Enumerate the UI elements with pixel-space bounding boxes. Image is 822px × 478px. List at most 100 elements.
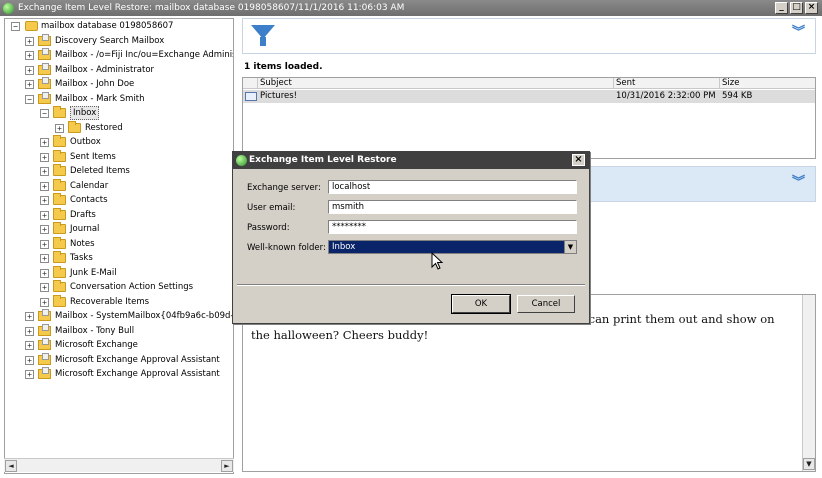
dialog-titlebar[interactable]: Exchange Item Level Restore ×	[233, 152, 589, 169]
folder-icon	[68, 121, 81, 133]
row-size: 594 KB	[722, 91, 753, 101]
tree-item-label: Drafts	[70, 210, 96, 220]
mailbox-icon	[38, 324, 51, 336]
cancel-button[interactable]: Cancel	[517, 295, 575, 313]
mailbox-icon	[38, 92, 51, 104]
tree-item-label: Contacts	[70, 195, 108, 205]
email-icon	[245, 92, 257, 101]
column-size[interactable]: Size	[719, 78, 815, 89]
tree-item-label: Tasks	[70, 253, 93, 263]
expand-details-chevron-icon[interactable]: ︾	[792, 176, 805, 189]
expand-icon[interactable]: +	[40, 167, 49, 176]
filter-funnel-stem	[260, 37, 266, 46]
folder-icon	[53, 135, 66, 147]
items-count-label: 1 items loaded.	[244, 62, 323, 72]
folder-icon	[53, 280, 66, 292]
folder-select-value: Inbox	[332, 242, 356, 252]
tree-item-label: Microsoft Exchange	[55, 340, 138, 350]
expand-icon[interactable]: +	[25, 370, 34, 379]
row-subject: Pictures!	[260, 91, 298, 101]
mailbox-icon	[38, 48, 51, 60]
dialog-title: Exchange Item Level Restore	[249, 155, 397, 165]
email-input[interactable]: msmith	[328, 200, 577, 214]
folder-tree[interactable]: − mailbox database 0198058607 + Discovery…	[4, 18, 234, 474]
tree-item-label: Mailbox - Administrator	[55, 65, 155, 75]
table-row[interactable]: Pictures! 10/31/2016 2:32:00 PM 594 KB	[243, 90, 815, 103]
dialog-close-button[interactable]: ×	[572, 154, 585, 166]
tree-item-label: Recoverable Items	[70, 297, 150, 307]
expand-icon[interactable]: +	[40, 138, 49, 147]
expand-icon[interactable]: +	[25, 312, 34, 321]
expand-icon[interactable]: +	[40, 225, 49, 234]
app-window: Exchange Item Level Restore: mailbox dat…	[0, 0, 822, 478]
server-label: Exchange server:	[247, 183, 321, 193]
message-list-header: Subject Sent Size	[243, 78, 815, 89]
collapse-icon[interactable]: −	[40, 109, 49, 118]
password-input[interactable]: ********	[328, 220, 577, 234]
column-subject[interactable]: Subject	[257, 78, 613, 89]
expand-icon[interactable]: +	[25, 37, 34, 46]
minimize-button[interactable]: _	[775, 2, 788, 14]
folder-icon	[53, 164, 66, 176]
expand-icon[interactable]: +	[25, 80, 34, 89]
tree-item-label: Restored	[85, 123, 123, 133]
tree-item-label: Deleted Items	[70, 166, 130, 176]
folder-icon	[53, 251, 66, 263]
message-list: Subject Sent Size Pictures! 10/31/2016 2…	[242, 77, 816, 159]
server-input[interactable]: localhost	[328, 180, 577, 194]
database-icon	[25, 21, 38, 31]
dropdown-arrow-icon[interactable]: ▼	[564, 241, 576, 253]
message-body-line-2: the halloween? Cheers buddy!	[251, 328, 429, 342]
expand-icon[interactable]: +	[40, 298, 49, 307]
expand-icon[interactable]: +	[40, 269, 49, 278]
expand-icon[interactable]: +	[25, 51, 34, 60]
dialog-app-icon	[236, 155, 247, 166]
expand-icon[interactable]: +	[40, 211, 49, 220]
window-titlebar[interactable]: Exchange Item Level Restore: mailbox dat…	[0, 0, 822, 16]
tree-item-label: Sent Items	[70, 152, 116, 162]
folder-label: Well-known folder:	[247, 243, 326, 253]
email-label: User email:	[247, 203, 296, 213]
folder-icon	[53, 222, 66, 234]
mailbox-icon	[38, 77, 51, 89]
body-vertical-scrollbar[interactable]: ▼	[802, 295, 815, 471]
expand-icon[interactable]: +	[40, 182, 49, 191]
folder-icon	[53, 208, 66, 220]
expand-icon[interactable]: +	[40, 283, 49, 292]
tree-item-label: Mailbox - Tony Bull	[55, 326, 135, 336]
expand-icon[interactable]: +	[25, 341, 34, 350]
row-sent: 10/31/2016 2:32:00 PM	[616, 91, 716, 101]
expand-icon[interactable]: +	[55, 124, 64, 133]
scroll-down-icon[interactable]: ▼	[803, 458, 815, 470]
scroll-left-icon[interactable]: ◄	[5, 460, 17, 472]
tree-item-label: Inbox	[70, 106, 100, 120]
folder-icon	[53, 179, 66, 191]
tree-horizontal-scrollbar[interactable]: ◄ ►	[4, 458, 234, 472]
mailbox-icon	[38, 63, 51, 75]
expand-icon[interactable]: +	[25, 356, 34, 365]
expand-filter-chevron-icon[interactable]: ︾	[792, 26, 805, 39]
expand-icon[interactable]: +	[25, 66, 34, 75]
collapse-icon[interactable]: −	[25, 95, 34, 104]
ok-button[interactable]: OK	[451, 294, 511, 314]
expand-icon[interactable]: +	[40, 153, 49, 162]
column-sent[interactable]: Sent	[613, 78, 719, 89]
tree-item-label: Conversation Action Settings	[70, 282, 194, 292]
expand-icon[interactable]: +	[40, 254, 49, 263]
close-button[interactable]: ×	[805, 2, 818, 14]
maximize-button[interactable]: □	[790, 2, 803, 14]
tree-item-label: Outbox	[70, 137, 101, 147]
expand-icon[interactable]: +	[25, 327, 34, 336]
expand-icon[interactable]: +	[40, 196, 49, 205]
tree-item-label: Microsoft Exchange Approval Assistant	[55, 355, 220, 365]
tree-item-label: Mailbox - /o=Fiji Inc/ou=Exchange Admini…	[55, 50, 234, 60]
folder-select[interactable]: Inbox ▼	[328, 240, 577, 254]
mailbox-icon	[38, 34, 51, 46]
mailbox-icon	[38, 338, 51, 350]
tree-root-label: mailbox database 0198058607	[41, 21, 174, 31]
tree-item-label: Calendar	[70, 181, 109, 191]
tree-item-label: Discovery Search Mailbox	[55, 36, 165, 46]
collapse-icon[interactable]: −	[11, 22, 20, 31]
expand-icon[interactable]: +	[40, 240, 49, 249]
scroll-right-icon[interactable]: ►	[221, 460, 233, 472]
